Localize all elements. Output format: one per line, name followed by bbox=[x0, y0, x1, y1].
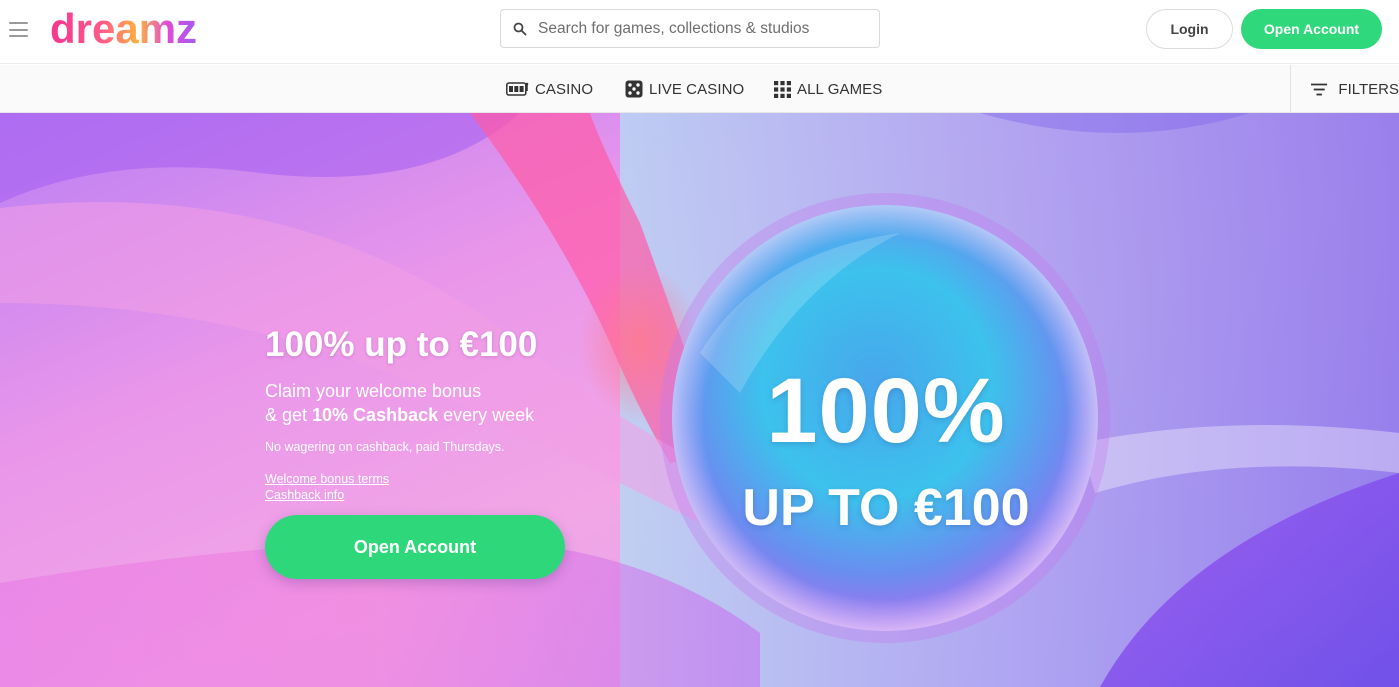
bubble-amount-text: UP TO €100 bbox=[742, 479, 1030, 537]
nav-item-live-casino[interactable]: LIVE CASINO bbox=[625, 65, 744, 113]
nav-label-live-casino: LIVE CASINO bbox=[649, 80, 745, 98]
dreamz-logo[interactable]: dreamz bbox=[48, 6, 216, 52]
dice-icon bbox=[625, 80, 643, 98]
login-button[interactable]: Login bbox=[1146, 9, 1233, 49]
search-icon bbox=[513, 22, 527, 35]
grid-icon bbox=[774, 80, 791, 98]
filters-button[interactable]: FILTERS bbox=[1290, 65, 1399, 113]
search-box[interactable] bbox=[500, 9, 880, 48]
bubble-percent-text: 100% bbox=[766, 360, 1006, 462]
search-input[interactable] bbox=[538, 19, 858, 38]
promo-subtitle-line2: & get 10% Cashback every week bbox=[265, 405, 534, 426]
svg-text:dreamz: dreamz bbox=[50, 6, 197, 52]
category-nav: CASINO LIVE CASINO ALL GAMES FILTERS bbox=[0, 65, 1399, 113]
filters-label: FILTERS bbox=[1338, 80, 1399, 98]
promo-title: 100% up to €100 bbox=[265, 325, 538, 364]
slot-machine-icon bbox=[506, 82, 529, 96]
nav-label-casino: CASINO bbox=[535, 80, 594, 98]
nav-label-all-games: ALL GAMES bbox=[797, 80, 883, 98]
cashback-info-link[interactable]: Cashback info bbox=[265, 488, 344, 502]
promo-note: No wagering on cashback, paid Thursdays. bbox=[265, 440, 505, 454]
nav-item-casino[interactable]: CASINO bbox=[506, 65, 593, 113]
welcome-bonus-terms-link[interactable]: Welcome bonus terms bbox=[265, 472, 389, 486]
top-header: dreamz Login Open Account bbox=[0, 0, 1399, 64]
promo-subtitle-line1: Claim your welcome bonus bbox=[265, 381, 482, 401]
promo-line2-suffix: every week bbox=[438, 405, 535, 425]
nav-item-all-games[interactable]: ALL GAMES bbox=[774, 65, 882, 113]
cashback-highlight: 10% Cashback bbox=[312, 405, 439, 425]
promo-line2-prefix: & get bbox=[265, 405, 313, 425]
hero-banner: 100% up to €100 Claim your welcome bonus… bbox=[0, 113, 1399, 687]
hero-open-account-button[interactable]: Open Account bbox=[265, 515, 565, 579]
menu-icon[interactable] bbox=[9, 22, 28, 37]
open-account-button[interactable]: Open Account bbox=[1241, 9, 1382, 49]
filter-icon bbox=[1311, 83, 1328, 95]
